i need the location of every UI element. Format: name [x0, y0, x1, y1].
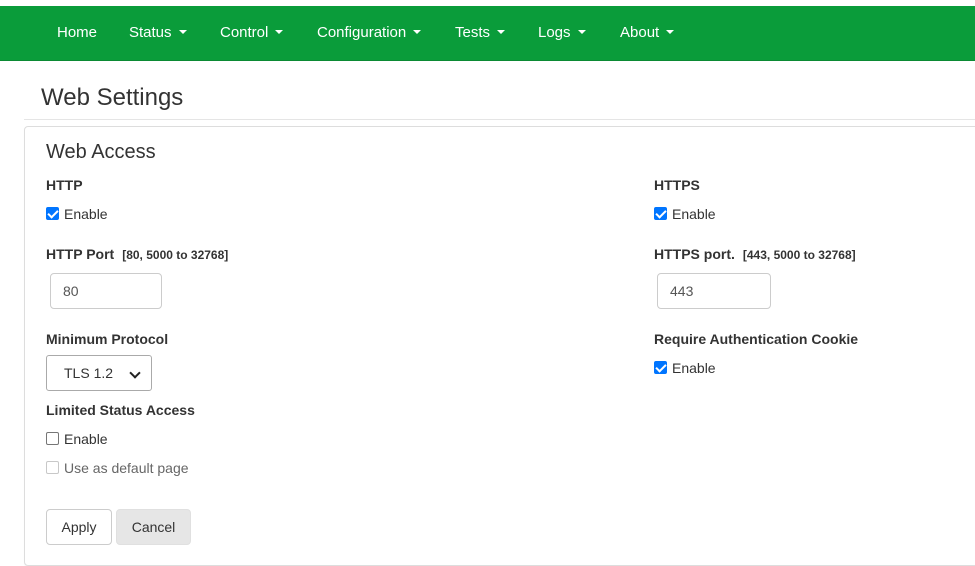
https-enable-label: Enable [672, 206, 716, 222]
https-port-label: HTTPS port. [443, 5000 to 32768] [654, 246, 856, 262]
https-port-hint: [443, 5000 to 32768] [742, 248, 856, 262]
min-protocol-select[interactable]: TLS 1.2 [46, 355, 152, 391]
nav-tests-label: Tests [455, 24, 491, 41]
nav-home[interactable]: Home [57, 6, 97, 60]
https-port-label-text: HTTPS port. [654, 246, 735, 262]
http-port-input[interactable]: 80 [50, 273, 162, 309]
nav-configuration-label: Configuration [317, 24, 407, 41]
caret-down-icon [497, 30, 506, 35]
page-title: Web Settings [41, 84, 184, 111]
https-enable-row[interactable]: Enable [654, 205, 716, 223]
chevron-down-icon [129, 367, 141, 379]
nav-logs[interactable]: Logs [538, 6, 586, 60]
nav-control[interactable]: Control [220, 6, 284, 60]
limited-status-enable-row[interactable]: Enable [46, 430, 108, 448]
http-port-hint: [80, 5000 to 32768] [122, 248, 229, 262]
nav-status[interactable]: Status [129, 6, 187, 60]
caret-down-icon [577, 30, 586, 35]
nav-about[interactable]: About [620, 6, 675, 60]
limited-status-enable-label: Enable [64, 431, 108, 447]
nav-control-label: Control [220, 24, 269, 41]
min-protocol-label: Minimum Protocol [46, 331, 169, 347]
default-page-row: Use as default page [46, 459, 189, 477]
caret-down-icon [413, 30, 422, 35]
https-port-input[interactable]: 443 [657, 273, 771, 309]
http-enable-row[interactable]: Enable [46, 205, 108, 223]
https-enable-checkbox[interactable] [654, 206, 667, 220]
cancel-button[interactable]: Cancel [116, 509, 191, 545]
nav-tests[interactable]: Tests [455, 6, 506, 60]
auth-cookie-enable-checkbox[interactable] [654, 360, 667, 374]
default-page-checkbox [46, 460, 59, 474]
https-label: HTTPS [654, 177, 700, 193]
nav-about-label: About [620, 24, 660, 41]
nav-logs-label: Logs [538, 24, 571, 41]
caret-down-icon [178, 30, 187, 35]
caret-down-icon [666, 30, 675, 35]
apply-button[interactable]: Apply [46, 509, 112, 545]
http-port-label: HTTP Port [80, 5000 to 32768] [46, 246, 228, 262]
nav-home-label: Home [57, 24, 98, 41]
auth-cookie-enable-label: Enable [672, 360, 716, 376]
http-port-label-text: HTTP Port [46, 246, 115, 262]
section-title: Web Access [46, 141, 156, 163]
http-label: HTTP [46, 177, 83, 193]
limited-status-enable-checkbox[interactable] [46, 431, 59, 445]
limited-status-label: Limited Status Access [46, 402, 195, 418]
min-protocol-value: TLS 1.2 [64, 365, 114, 381]
auth-cookie-label: Require Authentication Cookie [654, 331, 859, 347]
auth-cookie-enable-row[interactable]: Enable [654, 359, 716, 377]
top-navbar: Home Status Control Configuration Tests … [0, 6, 975, 61]
nav-configuration[interactable]: Configuration [317, 6, 422, 60]
caret-down-icon [275, 30, 284, 35]
nav-status-label: Status [129, 24, 172, 41]
default-page-label: Use as default page [64, 460, 189, 476]
title-divider [24, 119, 975, 120]
http-enable-label: Enable [64, 206, 108, 222]
http-enable-checkbox[interactable] [46, 206, 59, 220]
